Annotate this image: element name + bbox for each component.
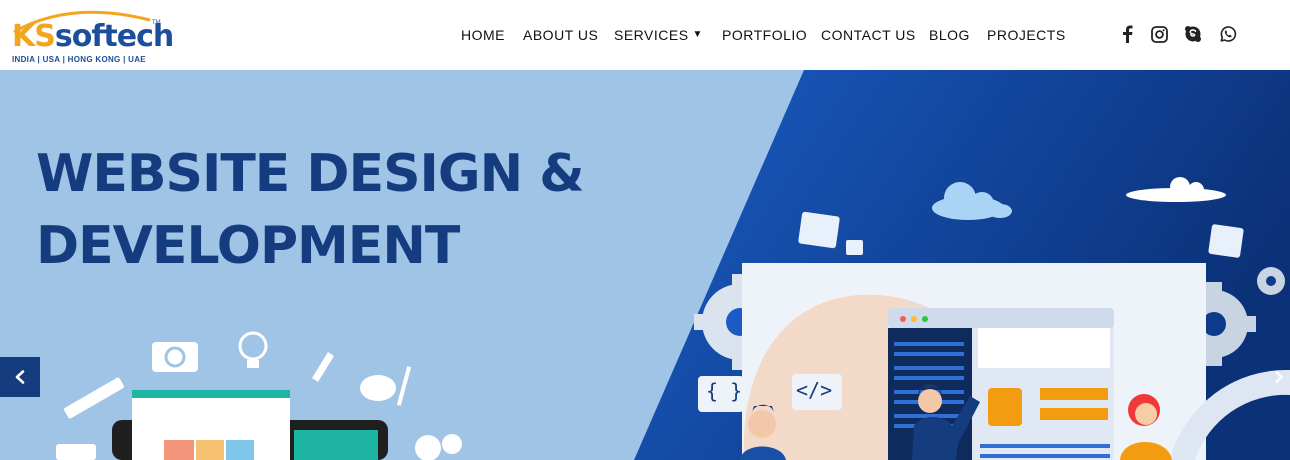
skype-icon[interactable]	[1183, 24, 1203, 44]
main-nav: HOME ABOUT US SERVICES ▼ PORTFOLIO CONTAC…	[461, 27, 1066, 43]
hero-title: WEBSITE DESIGN & DEVELOPMENT	[36, 138, 585, 282]
hero-title-line-2: DEVELOPMENT	[36, 216, 460, 276]
site-header: KSsoftech TM INDIA | USA | HONG KONG | U…	[0, 0, 1290, 70]
caret-down-icon: ▼	[692, 29, 703, 40]
hero-title-line-1: WEBSITE DESIGN &	[36, 144, 585, 204]
facebook-icon[interactable]	[1117, 24, 1137, 44]
nav-projects[interactable]: PROJECTS	[987, 27, 1066, 43]
whatsapp-icon[interactable]	[1218, 24, 1238, 44]
nav-portfolio[interactable]: PORTFOLIO	[722, 27, 821, 43]
logo-wordmark: KSsoftech	[12, 19, 174, 54]
slider-next-button[interactable]	[1268, 364, 1290, 390]
chevron-left-icon	[15, 370, 25, 384]
hero-slider: WEBSITE DESIGN & DEVELOPMENT { } </>	[0, 70, 1290, 460]
nav-home[interactable]: HOME	[461, 27, 523, 43]
code-tag-label: </>	[796, 378, 833, 402]
logo-trademark: TM	[152, 20, 161, 26]
nav-about-us[interactable]: ABOUT US	[523, 27, 614, 43]
logo[interactable]: KSsoftech TM INDIA | USA | HONG KONG | U…	[10, 6, 174, 66]
nav-contact-us[interactable]: CONTACT US	[821, 27, 929, 43]
chevron-right-icon	[1275, 370, 1283, 384]
nav-services[interactable]: SERVICES ▼	[614, 27, 722, 43]
instagram-icon[interactable]	[1149, 24, 1169, 44]
code-brackets-label: { }	[706, 379, 743, 403]
slider-prev-button[interactable]	[0, 357, 40, 397]
logo-tagline: INDIA | USA | HONG KONG | UAE	[12, 55, 146, 64]
nav-blog[interactable]: BLOG	[929, 27, 987, 43]
